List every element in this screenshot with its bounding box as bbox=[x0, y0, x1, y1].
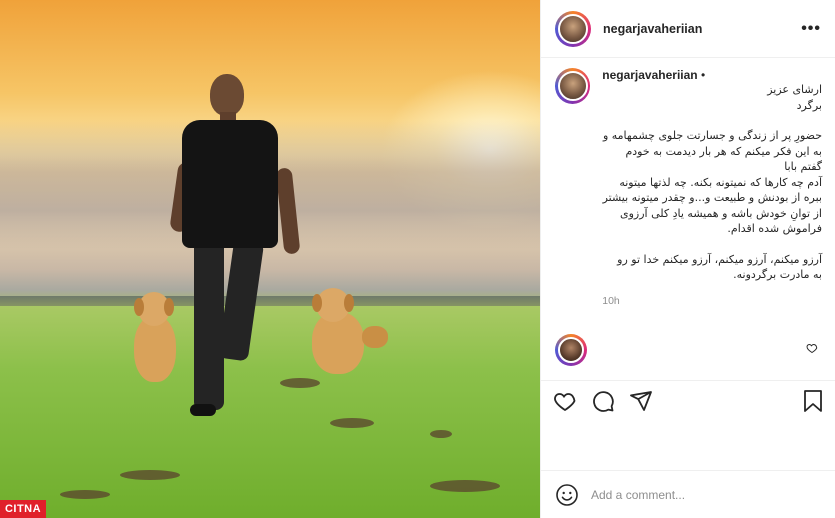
emoji-icon[interactable] bbox=[555, 483, 579, 507]
caption-text: ارشای عزیز برگرد حضورِ پر از زندگی و جسارت… bbox=[602, 82, 822, 283]
dirt-patch bbox=[330, 418, 374, 428]
running-man bbox=[169, 72, 310, 422]
bookmark-icon[interactable] bbox=[802, 389, 824, 413]
caption-line: از توانِ خودش باشه و همیشه یادِ کلی آرزو… bbox=[619, 206, 822, 220]
profile-avatar[interactable] bbox=[555, 10, 591, 47]
dirt-patch bbox=[120, 470, 180, 480]
commenter-avatar[interactable] bbox=[555, 334, 587, 366]
caption: negarjavaheriian • ارشای عزیز برگرد حضورِ … bbox=[541, 68, 835, 307]
man-shoe bbox=[190, 404, 216, 416]
caption-line: آرزو میکنم، آرزو میکنم، آرزو میکنم خدا ت… bbox=[617, 252, 822, 266]
post-photo[interactable]: CITNA bbox=[0, 0, 540, 518]
caption-avatar[interactable] bbox=[555, 68, 591, 104]
citna-watermark: CITNA bbox=[0, 500, 46, 518]
post-header: negarjavaheriian ••• bbox=[541, 0, 835, 58]
man-shirt bbox=[182, 120, 278, 248]
post-sidebar: negarjavaheriian ••• negarjavaheriian • … bbox=[540, 0, 835, 518]
action-bar bbox=[541, 380, 835, 420]
caption-line: برگرد bbox=[796, 98, 822, 112]
dirt-patch bbox=[430, 430, 452, 438]
share-icon[interactable] bbox=[629, 389, 653, 413]
caption-line: به این فکر میکنم که هر بار دیدمت به خودم… bbox=[625, 144, 822, 174]
man-arm-right bbox=[275, 167, 301, 255]
avatar-image bbox=[558, 337, 584, 363]
caption-line: به مادرت برگردونه. bbox=[733, 268, 822, 281]
dog-right bbox=[302, 286, 392, 390]
dirt-patch bbox=[60, 490, 110, 499]
man-leg-right bbox=[217, 238, 265, 362]
post-time[interactable]: 10h bbox=[602, 295, 822, 307]
avatar-image bbox=[558, 13, 588, 44]
header-username[interactable]: negarjavaheriian bbox=[603, 22, 702, 36]
man-leg-left bbox=[194, 240, 224, 410]
comment-row bbox=[555, 334, 822, 366]
add-comment-bar bbox=[541, 470, 835, 518]
comment-like-heart-icon[interactable] bbox=[806, 341, 818, 359]
heart-icon[interactable] bbox=[553, 389, 577, 413]
dog-left bbox=[128, 290, 184, 390]
caption-username[interactable]: negarjavaheriian bbox=[602, 68, 697, 82]
dirt-patch bbox=[430, 480, 500, 492]
man-head bbox=[210, 74, 244, 116]
comment-icon[interactable] bbox=[591, 389, 615, 413]
comment-input[interactable] bbox=[591, 487, 811, 502]
caption-line: ارشای عزیز bbox=[767, 83, 822, 96]
caption-line: ببره از بودنش و طبیعت و...و چقدر میتونه … bbox=[602, 191, 822, 204]
caption-line: حضورِ پر از زندگی و جسارتت جلوی چشمهامه … bbox=[602, 129, 822, 142]
caption-dot: • bbox=[697, 68, 706, 82]
caption-line: آدم چه کارها که نمیتونه بکنه. چه لذتها م… bbox=[619, 175, 822, 189]
caption-line: فراموش شده اقدام. bbox=[727, 222, 822, 235]
more-options-icon[interactable]: ••• bbox=[801, 20, 821, 38]
avatar-image bbox=[557, 71, 588, 101]
caption-username-line: negarjavaheriian • bbox=[602, 68, 822, 82]
